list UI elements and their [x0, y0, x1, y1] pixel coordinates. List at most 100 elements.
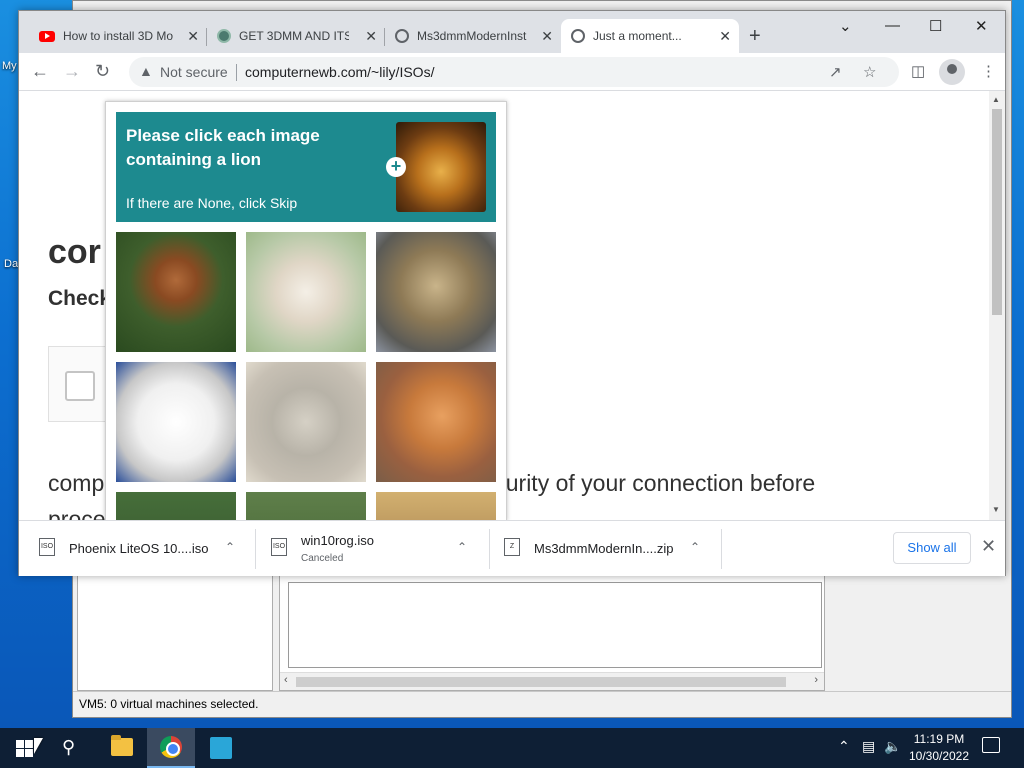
new-tab-button[interactable]: + — [749, 25, 761, 48]
close-shelf-icon[interactable]: ✕ — [981, 536, 996, 557]
mouse-cursor — [34, 738, 43, 754]
example-lion-image[interactable] — [396, 122, 486, 212]
vm-details-panel: ‹ › — [279, 571, 825, 691]
menu-kebab-icon[interactable]: ⋮ — [981, 62, 996, 80]
download-name: Ms3dmmModernIn....zip — [534, 541, 674, 556]
tab-search-chevron-icon[interactable]: ⌄ — [839, 17, 852, 35]
close-window-button[interactable]: ✕ — [975, 17, 988, 35]
close-tab-icon[interactable]: ✕ — [719, 28, 731, 45]
expand-example-icon[interactable]: + — [386, 157, 406, 177]
scroll-right-icon[interactable]: › — [814, 674, 818, 686]
desktop-icon-label[interactable]: Da — [4, 258, 18, 270]
profile-avatar[interactable] — [939, 59, 965, 85]
tab-strip: How to install 3D Mo ✕ GET 3DMM AND ITS … — [19, 11, 1005, 53]
page-subheading: Check — [48, 287, 112, 310]
zip-file-icon: Z — [504, 538, 520, 556]
chrome-taskbar-button[interactable] — [147, 728, 195, 768]
minimize-button[interactable]: — — [885, 17, 900, 34]
captcha-challenge: Please click each image containing a lio… — [105, 101, 507, 521]
captcha-image-kitten[interactable] — [246, 232, 366, 352]
scroll-thumb[interactable] — [992, 109, 1002, 315]
clock-date: 10/30/2022 — [908, 749, 970, 763]
captcha-image-row3-2[interactable] — [246, 492, 366, 520]
download-separator — [489, 529, 490, 569]
search-icon[interactable]: ⚲ — [62, 737, 75, 758]
captcha-image-faded[interactable] — [246, 362, 366, 482]
captcha-header: Please click each image containing a lio… — [116, 112, 496, 222]
paragraph-security-text: curity of your connection before — [494, 470, 816, 496]
back-button[interactable]: ← — [31, 61, 49, 82]
close-tab-icon[interactable]: ✕ — [187, 28, 199, 45]
download-status: Canceled — [301, 553, 344, 564]
page-vertical-scrollbar[interactable]: ▲ ▼ — [989, 91, 1005, 520]
notification-center-icon[interactable] — [982, 737, 1000, 753]
youtube-icon — [39, 30, 55, 42]
address-separator — [236, 64, 237, 81]
scroll-left-icon[interactable]: ‹ — [284, 674, 288, 686]
forward-button[interactable]: → — [63, 61, 81, 82]
tab-youtube[interactable]: How to install 3D Mo ✕ — [29, 19, 207, 53]
download-item[interactable]: Z Ms3dmmModernIn....zip ⌃ — [504, 521, 714, 577]
warning-icon[interactable]: ▲ — [139, 63, 153, 79]
captcha-image-row3-1[interactable] — [116, 492, 236, 520]
page-heading: cor — [48, 233, 101, 271]
share-icon[interactable]: ↗ — [829, 63, 842, 81]
desktop-icon-label[interactable]: My — [2, 60, 17, 72]
download-separator — [721, 529, 722, 569]
system-clock[interactable]: 11:19 PM 10/30/2022 — [900, 731, 978, 765]
download-name: Phoenix LiteOS 10....iso — [69, 541, 209, 556]
paragraph-line2: proce — [48, 506, 106, 520]
taskbar: ⚲ ⌃ ▤ 🔈 11:19 PM 10/30/2022 — [0, 728, 1024, 768]
address-bar[interactable]: ▲ Not secure computernewb.com/~lily/ISOs… — [129, 57, 899, 87]
scroll-up-icon[interactable]: ▲ — [992, 95, 1000, 104]
captcha-image-row3-3[interactable] — [376, 492, 496, 520]
status-bar: VM5: 0 virtual machines selected. — [73, 691, 1011, 717]
details-box — [288, 582, 822, 668]
horizontal-scrollbar[interactable]: ‹ › — [280, 672, 824, 690]
show-hidden-icons-chevron[interactable]: ⌃ — [838, 738, 850, 755]
captcha-image-lion[interactable] — [376, 232, 496, 352]
chevron-up-icon[interactable]: ⌃ — [690, 540, 700, 554]
tab-get-3dmm[interactable]: GET 3DMM AND ITS ✕ — [207, 19, 385, 53]
verify-checkbox[interactable] — [65, 371, 95, 401]
close-tab-icon[interactable]: ✕ — [541, 28, 553, 45]
show-all-button[interactable]: Show all — [893, 532, 971, 564]
captcha-image-cat[interactable] — [376, 362, 496, 482]
download-separator — [255, 529, 256, 569]
iso-file-icon: ISO — [39, 538, 55, 556]
download-item[interactable]: ISO win10rog.iso Canceled ⌃ — [271, 521, 481, 577]
globe-icon — [395, 29, 409, 43]
tab-title: Just a moment... — [593, 29, 682, 43]
scroll-down-icon[interactable]: ▼ — [992, 505, 1000, 514]
windows-logo-icon — [16, 740, 33, 757]
network-icon[interactable]: ▤ — [862, 738, 875, 755]
captcha-hint: If there are None, click Skip — [126, 195, 298, 211]
bookmark-star-icon[interactable]: ☆ — [863, 63, 876, 81]
captcha-prompt: Please click each image containing a lio… — [126, 126, 320, 169]
chevron-up-icon[interactable]: ⌃ — [457, 540, 467, 554]
tab-ms3dmm[interactable]: Ms3dmmModernInst ✕ — [385, 19, 561, 53]
download-item[interactable]: ISO Phoenix LiteOS 10....iso ⌃ — [39, 521, 249, 577]
tab-just-a-moment[interactable]: Just a moment... ✕ — [561, 19, 739, 53]
browser-window: How to install 3D Mo ✕ GET 3DMM AND ITS … — [18, 10, 1006, 576]
volume-icon[interactable]: 🔈 — [884, 738, 901, 755]
server-manager-icon[interactable] — [210, 737, 232, 759]
url-text[interactable]: computernewb.com/~lily/ISOs/ — [245, 64, 434, 80]
close-tab-icon[interactable]: ✕ — [365, 28, 377, 45]
captcha-image-dog[interactable] — [116, 362, 236, 482]
chrome-icon — [160, 736, 182, 758]
maximize-button[interactable]: ☐ — [929, 17, 942, 35]
file-explorer-icon[interactable] — [111, 735, 133, 756]
iso-file-icon: ISO — [271, 538, 287, 556]
tab-title: How to install 3D Mo — [63, 29, 173, 43]
side-panel-icon[interactable]: ◫ — [911, 62, 925, 80]
captcha-image-goat[interactable] — [116, 232, 236, 352]
chevron-up-icon[interactable]: ⌃ — [225, 540, 235, 554]
scroll-thumb[interactable] — [296, 677, 786, 687]
globe-icon — [571, 29, 585, 43]
reload-button[interactable]: ↻ — [95, 61, 110, 82]
security-label[interactable]: Not secure — [160, 64, 228, 80]
tab-title: GET 3DMM AND ITS — [239, 29, 349, 43]
download-shelf: ISO Phoenix LiteOS 10....iso ⌃ ISO win10… — [19, 520, 1005, 576]
clock-time: 11:19 PM — [913, 732, 965, 746]
